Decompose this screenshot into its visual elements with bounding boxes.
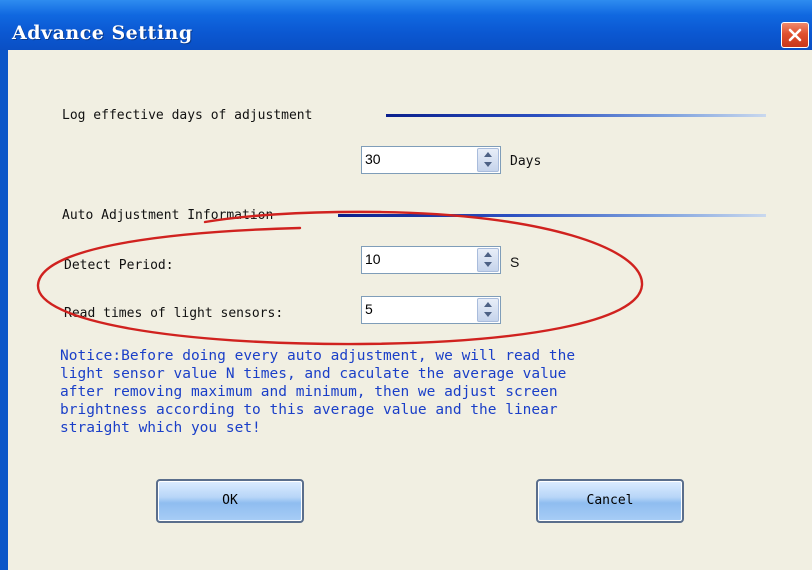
- days-unit-label: Days: [510, 154, 542, 169]
- days-spinner[interactable]: 30: [361, 146, 501, 174]
- days-value: 30: [365, 151, 381, 167]
- auto-group-label: Auto Adjustment Information: [62, 208, 274, 223]
- close-button[interactable]: [781, 22, 809, 48]
- detect-period-label: Detect Period:: [64, 258, 174, 273]
- auto-group-divider: [338, 214, 766, 217]
- detect-period-unit: S: [510, 254, 520, 270]
- ok-button[interactable]: OK: [156, 479, 304, 523]
- spin-up-icon[interactable]: [478, 299, 498, 310]
- detect-period-spin-buttons[interactable]: [477, 248, 499, 272]
- log-group-divider: [386, 114, 766, 117]
- detect-period-value: 10: [365, 251, 381, 267]
- title-bar[interactable]: Advance Setting: [0, 0, 812, 50]
- log-group-label: Log effective days of adjustment: [62, 108, 313, 123]
- spin-down-icon[interactable]: [478, 310, 498, 321]
- close-icon: [788, 28, 802, 42]
- read-times-label: Read times of light sensors:: [64, 306, 284, 321]
- read-times-spin-buttons[interactable]: [477, 298, 499, 322]
- spin-up-icon[interactable]: [478, 149, 498, 160]
- read-times-value: 5: [365, 301, 373, 317]
- dialog-body: Log effective days of adjustment 30 Days…: [8, 50, 812, 570]
- advance-setting-window: Advance Setting Log effective days of ad…: [0, 0, 812, 570]
- spin-up-icon[interactable]: [478, 249, 498, 260]
- spin-down-icon[interactable]: [478, 160, 498, 171]
- read-times-spinner[interactable]: 5: [361, 296, 501, 324]
- spin-down-icon[interactable]: [478, 260, 498, 271]
- days-spin-buttons[interactable]: [477, 148, 499, 172]
- notice-text: Notice:Before doing every auto adjustmen…: [60, 348, 576, 436]
- detect-period-spinner[interactable]: 10: [361, 246, 501, 274]
- window-title: Advance Setting: [12, 22, 193, 44]
- cancel-button[interactable]: Cancel: [536, 479, 684, 523]
